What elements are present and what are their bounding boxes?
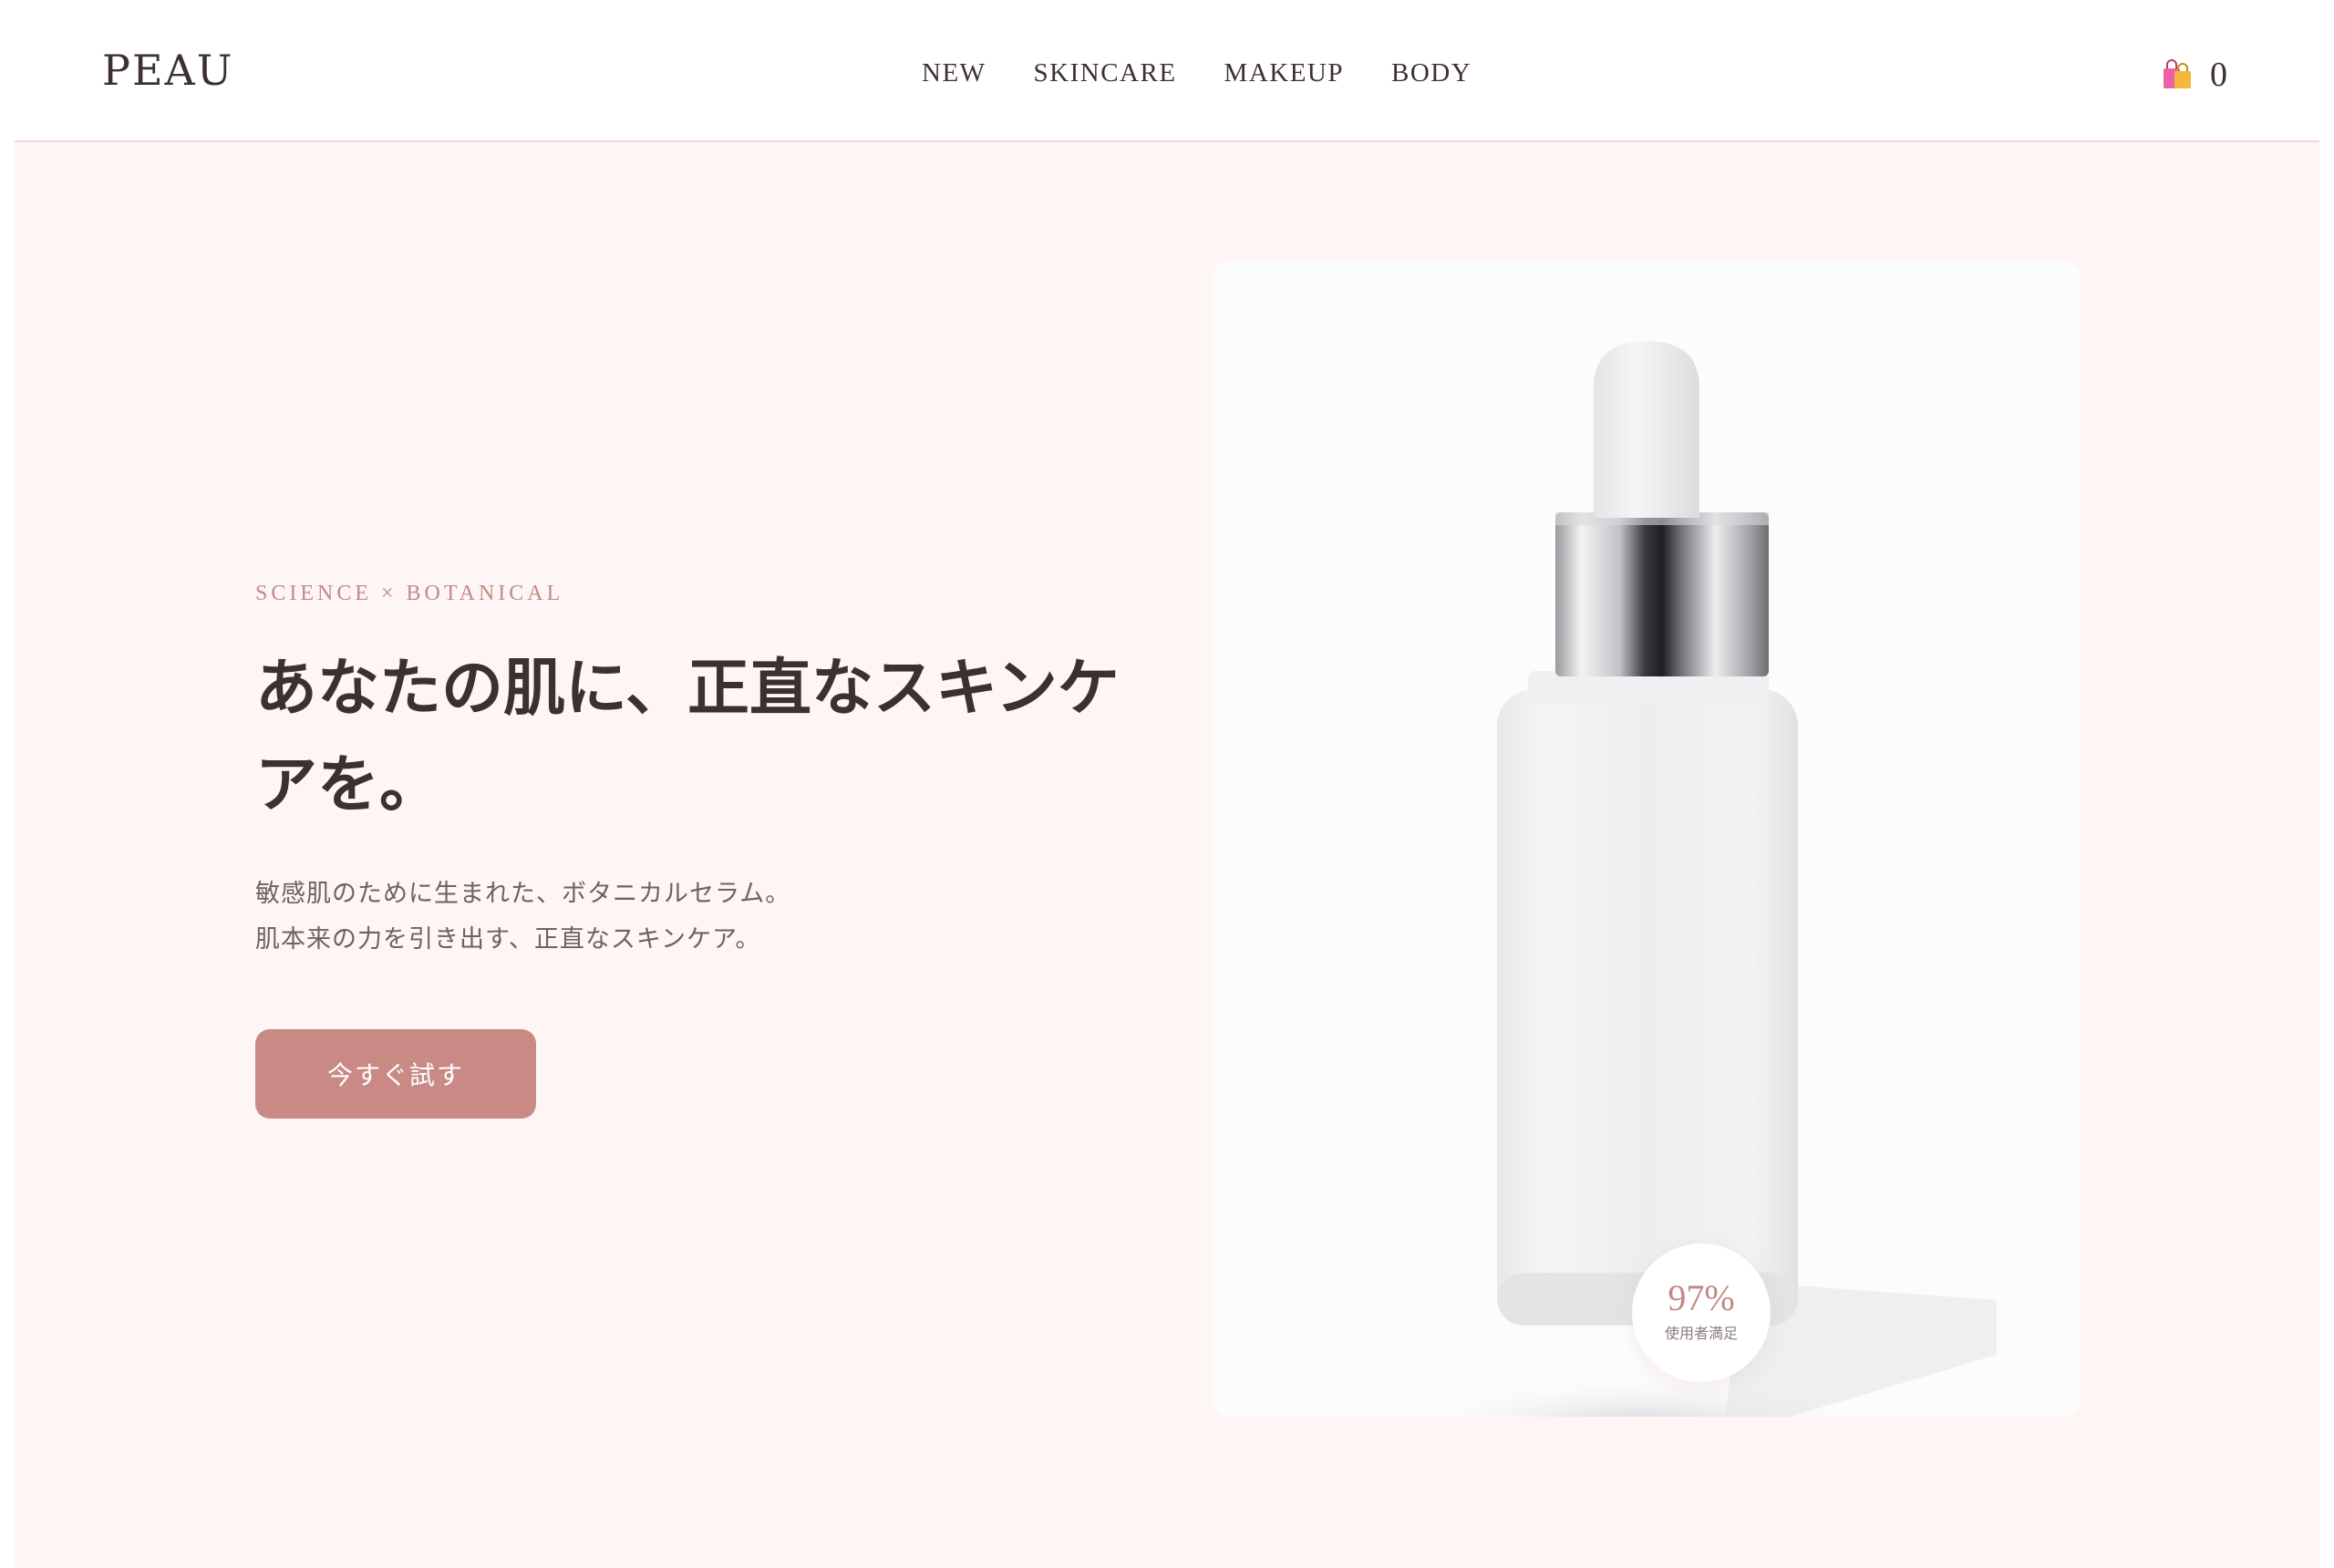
- cart-count: 0: [2210, 56, 2227, 94]
- hero-section: SCIENCE × BOTANICAL あなたの肌に、正直なスキンケアを。 敏感…: [15, 142, 2319, 1568]
- hero-description-line: 敏感肌のために生まれた、ボタニカルセラム。: [255, 880, 791, 908]
- nav-item-new[interactable]: NEW: [922, 58, 986, 88]
- brand-logo[interactable]: PEAU: [102, 46, 234, 95]
- site-header: PEAU NEW SKINCARE MAKEUP BODY 0: [15, 0, 2319, 142]
- satisfaction-value: 97%: [1668, 1277, 1735, 1318]
- product-image-card: [1213, 261, 2081, 1417]
- satisfaction-label: 使用者満足: [1664, 1325, 1738, 1342]
- satisfaction-badge: 97% 使用者満足: [1632, 1243, 1771, 1382]
- nav-item-skincare[interactable]: SKINCARE: [1034, 58, 1177, 88]
- cart-button[interactable]: 0: [2161, 55, 2227, 95]
- hero-description-line: 肌本来の力を引き出す、正直なスキンケア。: [255, 925, 761, 954]
- try-now-button[interactable]: 今すぐ試す: [255, 1029, 536, 1119]
- main-nav: NEW SKINCARE MAKEUP BODY: [922, 58, 1472, 88]
- shopping-bags-icon: [2161, 58, 2194, 91]
- hero-description: 敏感肌のために生まれた、ボタニカルセラム。 肌本来の力を引き出す、正直なスキンケ…: [255, 872, 790, 963]
- nav-item-makeup[interactable]: MAKEUP: [1224, 58, 1344, 88]
- nav-item-body[interactable]: BODY: [1391, 58, 1472, 88]
- page: PEAU NEW SKINCARE MAKEUP BODY 0 SCIENCE …: [15, 0, 2319, 1568]
- serum-bottle-image: [1399, 341, 1997, 1417]
- hero-headline: あなたの肌に、正直なスキンケアを。: [255, 652, 1120, 821]
- hero-eyebrow: SCIENCE × BOTANICAL: [255, 582, 564, 605]
